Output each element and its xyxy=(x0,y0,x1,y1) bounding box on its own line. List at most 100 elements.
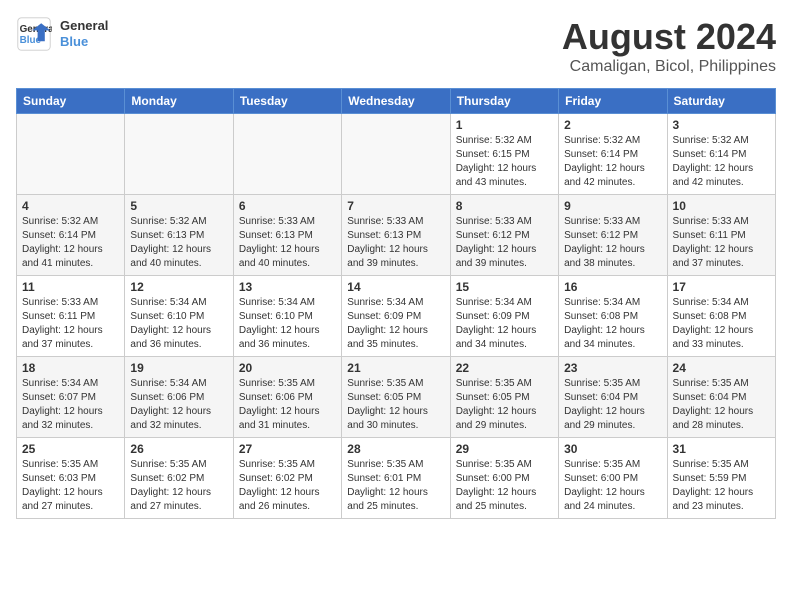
day-number: 21 xyxy=(347,361,444,375)
day-cell: 25Sunrise: 5:35 AM Sunset: 6:03 PM Dayli… xyxy=(17,438,125,519)
week-row-1: 1Sunrise: 5:32 AM Sunset: 6:15 PM Daylig… xyxy=(17,114,776,195)
day-info: Sunrise: 5:35 AM Sunset: 6:00 PM Dayligh… xyxy=(456,458,553,514)
day-info: Sunrise: 5:34 AM Sunset: 6:08 PM Dayligh… xyxy=(564,296,661,352)
day-info: Sunrise: 5:35 AM Sunset: 6:02 PM Dayligh… xyxy=(130,458,227,514)
day-number: 22 xyxy=(456,361,553,375)
day-info: Sunrise: 5:33 AM Sunset: 6:13 PM Dayligh… xyxy=(347,215,444,271)
day-cell: 23Sunrise: 5:35 AM Sunset: 6:04 PM Dayli… xyxy=(559,357,667,438)
day-info: Sunrise: 5:32 AM Sunset: 6:15 PM Dayligh… xyxy=(456,134,553,190)
month-title: August 2024 xyxy=(562,16,776,58)
day-number: 9 xyxy=(564,199,661,213)
day-number: 28 xyxy=(347,442,444,456)
day-cell: 28 Sunrise: 5:35 AM Sunset: 6:01 PM Dayli… xyxy=(342,438,450,519)
day-cell xyxy=(125,114,233,195)
day-number: 13 xyxy=(239,280,336,294)
week-row-4: 18 Sunrise: 5:34 AM Sunset: 6:07 PM Dayli… xyxy=(17,357,776,438)
day-info: Sunrise: 5:35 AM Sunset: 6:03 PM Dayligh… xyxy=(22,458,119,514)
day-info: Sunrise: 5:34 AM Sunset: 6:09 PM Dayligh… xyxy=(347,296,444,352)
week-row-3: 11Sunrise: 5:33 AM Sunset: 6:11 PM Dayli… xyxy=(17,276,776,357)
day-cell: 16 Sunrise: 5:34 AM Sunset: 6:08 PM Dayli… xyxy=(559,276,667,357)
day-cell: 13Sunrise: 5:34 AM Sunset: 6:10 PM Dayli… xyxy=(233,276,341,357)
day-info: Sunrise: 5:33 AM Sunset: 6:11 PM Dayligh… xyxy=(673,215,770,271)
day-number: 19 xyxy=(130,361,227,375)
day-number: 4 xyxy=(22,199,119,213)
day-cell: 8 Sunrise: 5:33 AM Sunset: 6:12 PM Daylig… xyxy=(450,195,558,276)
day-cell: 14 Sunrise: 5:34 AM Sunset: 6:09 PM Dayli… xyxy=(342,276,450,357)
day-cell: 3 Sunrise: 5:32 AM Sunset: 6:14 PM Daylig… xyxy=(667,114,775,195)
day-cell: 4Sunrise: 5:32 AM Sunset: 6:14 PM Daylig… xyxy=(17,195,125,276)
day-info: Sunrise: 5:35 AM Sunset: 6:04 PM Dayligh… xyxy=(673,377,770,433)
day-cell: 30 Sunrise: 5:35 AM Sunset: 6:00 PM Dayli… xyxy=(559,438,667,519)
weekday-header-friday: Friday xyxy=(559,89,667,114)
day-cell: 17Sunrise: 5:34 AM Sunset: 6:08 PM Dayli… xyxy=(667,276,775,357)
day-info: Sunrise: 5:34 AM Sunset: 6:06 PM Dayligh… xyxy=(130,377,227,433)
day-number: 24 xyxy=(673,361,770,375)
title-area: August 2024 Camaligan, Bicol, Philippine… xyxy=(562,16,776,76)
day-number: 5 xyxy=(130,199,227,213)
day-cell: 5 Sunrise: 5:32 AM Sunset: 6:13 PM Daylig… xyxy=(125,195,233,276)
day-info: Sunrise: 5:35 AM Sunset: 6:05 PM Dayligh… xyxy=(347,377,444,433)
day-number: 30 xyxy=(564,442,661,456)
week-row-5: 25Sunrise: 5:35 AM Sunset: 6:03 PM Dayli… xyxy=(17,438,776,519)
day-number: 29 xyxy=(456,442,553,456)
day-info: Sunrise: 5:35 AM Sunset: 6:00 PM Dayligh… xyxy=(564,458,661,514)
day-cell: 9 Sunrise: 5:33 AM Sunset: 6:12 PM Daylig… xyxy=(559,195,667,276)
day-number: 2 xyxy=(564,118,661,132)
day-number: 17 xyxy=(673,280,770,294)
day-number: 31 xyxy=(673,442,770,456)
day-cell: 21 Sunrise: 5:35 AM Sunset: 6:05 PM Dayli… xyxy=(342,357,450,438)
weekday-header-monday: Monday xyxy=(125,89,233,114)
day-cell: 15 Sunrise: 5:34 AM Sunset: 6:09 PM Dayli… xyxy=(450,276,558,357)
day-cell: 18 Sunrise: 5:34 AM Sunset: 6:07 PM Dayli… xyxy=(17,357,125,438)
day-number: 10 xyxy=(673,199,770,213)
day-info: Sunrise: 5:34 AM Sunset: 6:10 PM Dayligh… xyxy=(130,296,227,352)
day-cell: 26 Sunrise: 5:35 AM Sunset: 6:02 PM Dayli… xyxy=(125,438,233,519)
day-info: Sunrise: 5:33 AM Sunset: 6:12 PM Dayligh… xyxy=(564,215,661,271)
day-cell: 20 Sunrise: 5:35 AM Sunset: 6:06 PM Dayli… xyxy=(233,357,341,438)
page-header: General Blue GeneralBlue August 2024 Cam… xyxy=(16,16,776,76)
day-number: 7 xyxy=(347,199,444,213)
weekday-header-thursday: Thursday xyxy=(450,89,558,114)
logo: General Blue GeneralBlue xyxy=(16,16,108,52)
day-number: 15 xyxy=(456,280,553,294)
day-cell xyxy=(233,114,341,195)
day-info: Sunrise: 5:35 AM Sunset: 6:01 PM Dayligh… xyxy=(347,458,444,514)
day-info: Sunrise: 5:34 AM Sunset: 6:07 PM Dayligh… xyxy=(22,377,119,433)
day-number: 12 xyxy=(130,280,227,294)
calendar-table: SundayMondayTuesdayWednesdayThursdayFrid… xyxy=(16,88,776,519)
logo-icon: General Blue xyxy=(16,16,52,52)
day-number: 20 xyxy=(239,361,336,375)
day-cell: 11Sunrise: 5:33 AM Sunset: 6:11 PM Dayli… xyxy=(17,276,125,357)
day-cell: 24 Sunrise: 5:35 AM Sunset: 6:04 PM Dayli… xyxy=(667,357,775,438)
weekday-header-row: SundayMondayTuesdayWednesdayThursdayFrid… xyxy=(17,89,776,114)
day-info: Sunrise: 5:35 AM Sunset: 6:06 PM Dayligh… xyxy=(239,377,336,433)
day-info: Sunrise: 5:35 AM Sunset: 5:59 PM Dayligh… xyxy=(673,458,770,514)
day-cell: 27Sunrise: 5:35 AM Sunset: 6:02 PM Dayli… xyxy=(233,438,341,519)
day-cell: 22 Sunrise: 5:35 AM Sunset: 6:05 PM Dayli… xyxy=(450,357,558,438)
day-number: 26 xyxy=(130,442,227,456)
day-info: Sunrise: 5:32 AM Sunset: 6:13 PM Dayligh… xyxy=(130,215,227,271)
day-cell: 19 Sunrise: 5:34 AM Sunset: 6:06 PM Dayli… xyxy=(125,357,233,438)
weekday-header-wednesday: Wednesday xyxy=(342,89,450,114)
day-info: Sunrise: 5:33 AM Sunset: 6:12 PM Dayligh… xyxy=(456,215,553,271)
day-info: Sunrise: 5:32 AM Sunset: 6:14 PM Dayligh… xyxy=(673,134,770,190)
day-cell xyxy=(342,114,450,195)
day-info: Sunrise: 5:34 AM Sunset: 6:09 PM Dayligh… xyxy=(456,296,553,352)
weekday-header-saturday: Saturday xyxy=(667,89,775,114)
weekday-header-tuesday: Tuesday xyxy=(233,89,341,114)
day-info: Sunrise: 5:33 AM Sunset: 6:13 PM Dayligh… xyxy=(239,215,336,271)
day-number: 8 xyxy=(456,199,553,213)
day-info: Sunrise: 5:35 AM Sunset: 6:05 PM Dayligh… xyxy=(456,377,553,433)
day-number: 16 xyxy=(564,280,661,294)
day-number: 14 xyxy=(347,280,444,294)
weekday-header-sunday: Sunday xyxy=(17,89,125,114)
day-cell: 10 Sunrise: 5:33 AM Sunset: 6:11 PM Dayli… xyxy=(667,195,775,276)
day-cell: 1Sunrise: 5:32 AM Sunset: 6:15 PM Daylig… xyxy=(450,114,558,195)
day-info: Sunrise: 5:33 AM Sunset: 6:11 PM Dayligh… xyxy=(22,296,119,352)
day-number: 23 xyxy=(564,361,661,375)
location: Camaligan, Bicol, Philippines xyxy=(562,58,776,76)
day-cell: 31 Sunrise: 5:35 AM Sunset: 5:59 PM Dayli… xyxy=(667,438,775,519)
day-cell: 6Sunrise: 5:33 AM Sunset: 6:13 PM Daylig… xyxy=(233,195,341,276)
day-number: 3 xyxy=(673,118,770,132)
day-number: 18 xyxy=(22,361,119,375)
